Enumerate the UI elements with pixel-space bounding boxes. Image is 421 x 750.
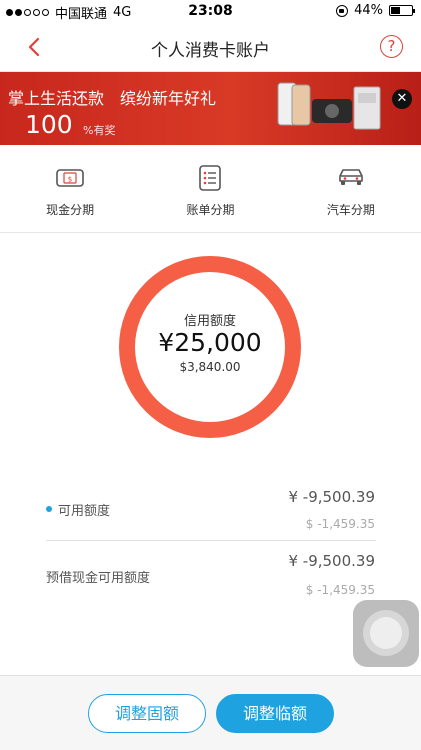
close-banner-icon[interactable]: ✕ <box>392 89 412 109</box>
assistive-touch-core <box>370 617 402 649</box>
cash-advance-cny: ¥ -9,500.39 <box>288 552 375 570</box>
svg-text:$: $ <box>68 176 72 184</box>
navigation-bar: 个人消费卡账户 ? <box>0 22 421 72</box>
menu-item-bill-installment[interactable]: 账单分期 <box>140 145 280 232</box>
credit-limit-ring: 信用额度 ¥25,000 $3,840.00 <box>118 255 302 439</box>
car-icon <box>339 169 363 185</box>
available-credit-label: 可用额度 <box>58 504 111 519</box>
available-credit-usd: $ -1,459.35 <box>305 517 375 531</box>
menu-item-label: 账单分期 <box>186 203 235 217</box>
adjust-fixed-limit-button[interactable]: 调整固额 <box>88 694 206 733</box>
menu-item-cash-installment[interactable]: $ 现金分期 <box>0 145 140 232</box>
adjust-temporary-limit-button[interactable]: 调整临额 <box>216 694 334 733</box>
cash-advance-row: 预借现金可用额度 ¥ -9,500.39 $ -1,459.35 <box>0 545 421 605</box>
installment-menu: $ 现金分期 账单分期 汽车分期 <box>0 145 421 233</box>
credit-ring-text: 信用额度 ¥25,000 $3,840.00 <box>118 255 302 439</box>
menu-item-label: 汽车分期 <box>326 203 375 217</box>
divider <box>46 540 376 541</box>
question-circle-icon[interactable]: ? <box>380 35 403 58</box>
cash-advance-usd: $ -1,459.35 <box>305 583 375 597</box>
banner-percent-caption: %有奖 <box>83 124 116 137</box>
credit-limit-amount: ¥25,000 <box>158 328 262 357</box>
menu-item-label: 现金分期 <box>46 203 95 217</box>
menu-item-car-installment[interactable]: 汽车分期 <box>281 145 421 232</box>
credit-limit-usd: $3,840.00 <box>179 360 241 374</box>
cash-card-icon: $ <box>56 169 84 187</box>
battery-icon <box>389 5 415 16</box>
cash-advance-label: 预借现金可用额度 <box>46 571 151 586</box>
available-credit-row: 可用额度 ¥ -9,500.39 $ -1,459.35 <box>0 480 421 540</box>
gift-products-illustration <box>277 82 381 130</box>
promo-banner[interactable]: 掌上生活还款 缤纷新年好礼 100 %有奖 ✕ <box>0 72 421 145</box>
banner-percent-number: 100 <box>25 110 73 139</box>
banner-headline: 掌上生活还款 缤纷新年好礼 <box>8 89 217 108</box>
credit-limit-caption: 信用额度 <box>183 314 236 329</box>
battery-percent: 44% <box>354 3 383 18</box>
blue-dot-icon <box>46 506 52 512</box>
status-bar: 中国联通 4G 23:08 44% <box>0 0 421 22</box>
status-right: 44% <box>336 3 415 18</box>
assistive-touch-button[interactable] <box>353 600 419 667</box>
bill-list-icon <box>199 165 222 191</box>
bottom-action-bar: 调整固额 调整临额 <box>0 675 421 750</box>
page-title: 个人消费卡账户 <box>151 41 270 61</box>
rotation-lock-icon <box>336 4 349 17</box>
available-credit-cny: ¥ -9,500.39 <box>288 488 375 506</box>
